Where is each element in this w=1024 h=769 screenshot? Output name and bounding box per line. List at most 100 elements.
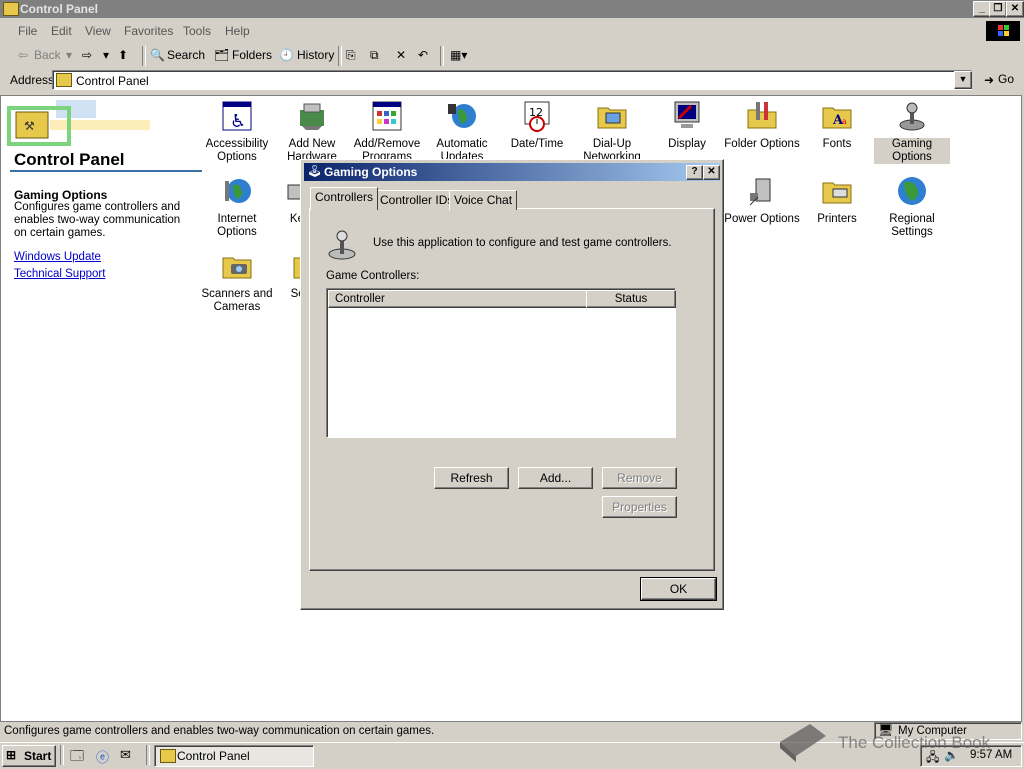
back-button[interactable]: Back [34,48,61,62]
dialog-description: Use this application to configure and te… [373,237,672,249]
title-divider [10,170,202,172]
icon-label: Display [668,138,706,150]
icon-add-remove-programs[interactable]: Add/Remove Programs [349,100,425,164]
show-desktop-icon[interactable]: 🗔 [70,747,84,769]
icon-power-options[interactable]: Power Options [724,175,800,226]
window-title: Control Panel [20,2,99,16]
close-button[interactable]: ✕ [1006,1,1024,17]
address-value: Control Panel [76,74,149,88]
taskbar-separator [146,745,150,765]
address-dropdown-button[interactable]: ▼ [954,71,972,89]
tab-voice-chat[interactable]: Voice Chat [449,190,518,210]
printer-folder-icon [821,175,853,207]
undo-icon[interactable]: ↶ [418,48,428,62]
add-button[interactable]: Add... [518,467,593,489]
search-icon: 🔍 [150,48,165,62]
up-folder-icon[interactable]: ⬆ [118,48,128,62]
chevron-down-icon[interactable]: ▾ [66,48,72,62]
joystick-icon [328,230,356,260]
column-header-controller[interactable]: Controller [328,290,592,308]
hardware-icon [296,100,328,132]
windows-update-link[interactable]: Windows Update [14,251,101,263]
start-label: Start [24,749,52,763]
menu-edit[interactable]: Edit [51,24,72,38]
icon-fonts[interactable]: Aa Fonts [799,100,875,151]
windows-logo-icon [986,21,1020,41]
window-title-bar[interactable]: Control Panel _ ❐ ✕ [0,0,1024,18]
move-to-icon[interactable]: ⎘ [346,48,356,63]
control-panel-icon [3,2,19,16]
icon-label: Accessibility Options [205,138,269,163]
gaming-options-dialog: 🕹 Gaming Options ? ✕ Controllers Control… [300,159,724,610]
folders-button[interactable]: Folders [232,48,272,62]
menu-bar: File Edit View Favorites Tools Help [0,20,1024,42]
monitor-icon [671,100,703,132]
camera-folder-icon [221,250,253,282]
history-button[interactable]: History [297,48,334,62]
tab-controller-ids[interactable]: Controller IDs [375,190,459,210]
control-panel-icon [160,749,176,763]
address-label: Address [10,73,55,87]
icon-add-new-hardware[interactable]: Add New Hardware [274,100,350,164]
dialog-title-bar[interactable]: 🕹 Gaming Options ? ✕ [304,163,720,181]
go-button[interactable]: Go [998,72,1014,86]
technical-support-link[interactable]: Technical Support [14,268,105,280]
refresh-button[interactable]: Refresh [434,467,509,489]
selected-item-name: Gaming Options [14,188,108,202]
remove-button[interactable]: Remove [602,467,677,489]
views-icon[interactable]: ▦▾ [450,48,467,62]
menu-tools[interactable]: Tools [183,24,211,38]
ok-button[interactable]: OK [640,577,717,601]
internet-explorer-icon[interactable]: ⓔ [96,747,109,766]
selected-item-description: Configures game controllers and enables … [14,201,181,239]
folders-icon: 🗂 [214,48,230,62]
tab-controllers[interactable]: Controllers [310,187,379,210]
icon-gaming-options[interactable]: Gaming Options [874,100,950,164]
icon-display[interactable]: Display [649,100,725,151]
menu-favorites[interactable]: Favorites [124,24,173,38]
restore-button[interactable]: ❐ [989,1,1007,17]
game-controllers-list[interactable]: Controller Status [326,288,676,438]
icon-label: Scanners and Cameras [201,288,273,313]
book-logo-icon [780,724,826,762]
windows-flag-icon: ⊞ [6,748,17,762]
game-controllers-label: Game Controllers: [326,270,420,282]
menu-help[interactable]: Help [225,24,250,38]
taskbar-button-label: Control Panel [177,749,250,763]
menu-file[interactable]: File [18,24,37,38]
copy-to-icon[interactable]: ⧉ [370,48,379,63]
go-arrow-icon: ➜ [984,73,995,87]
chevron-down-icon[interactable]: ▾ [103,48,109,62]
outlook-icon[interactable]: ✉ [120,747,131,763]
page-title: Control Panel [14,150,125,169]
icon-automatic-updates[interactable]: Automatic Updates [424,100,500,164]
forward-button[interactable]: ⇨ [82,48,92,62]
globe-icon [896,175,928,207]
menu-view[interactable]: View [85,24,111,38]
icon-accessibility-options[interactable]: ♿ Accessibility Options [199,100,275,164]
icon-regional-settings[interactable]: Regional Settings [874,175,950,239]
icon-label: Fonts [822,138,852,150]
calendar-clock-icon: 12 [521,100,553,132]
taskbar-button-control-panel[interactable]: Control Panel [154,745,314,767]
icon-printers[interactable]: Printers [799,175,875,226]
delete-icon[interactable]: ✕ [396,48,406,62]
icon-folder-options[interactable]: Folder Options [724,100,800,151]
taskbar-separator [60,745,64,765]
svg-text:♿: ♿ [230,111,246,132]
column-header-status[interactable]: Status [586,290,676,308]
search-button[interactable]: Search [167,48,205,62]
help-button[interactable]: ? [686,165,703,180]
dialog-close-button[interactable]: ✕ [703,165,720,180]
icon-scanners-and-cameras[interactable]: Scanners and Cameras [199,250,275,314]
icon-date-time[interactable]: 12 Date/Time [499,100,575,151]
properties-button[interactable]: Properties [602,496,677,518]
icon-internet-options[interactable]: Internet Options [199,175,275,239]
start-button[interactable]: ⊞ Start [2,745,56,767]
icon-label: Date/Time [510,138,564,150]
toolbar-separator [440,46,444,66]
address-input[interactable] [52,70,972,90]
back-arrow-icon: ⇦ [18,48,29,62]
icon-dial-up-networking[interactable]: Dial-Up Networking [574,100,650,164]
icon-label: Power Options [724,213,800,225]
